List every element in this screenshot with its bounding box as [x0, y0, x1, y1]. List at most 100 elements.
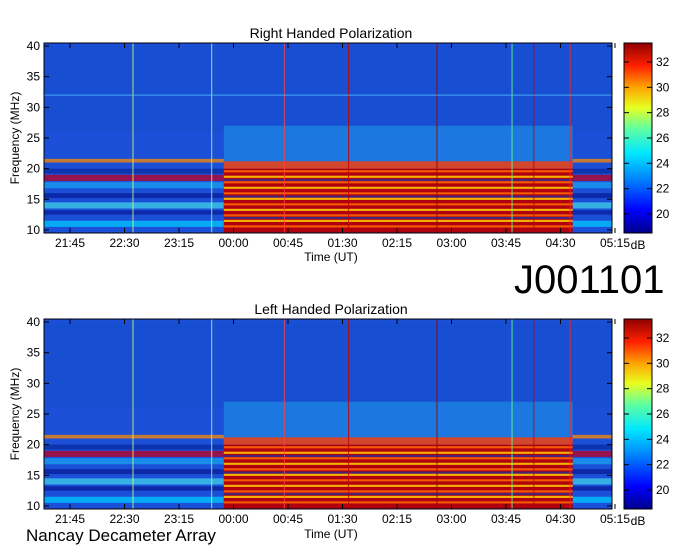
colorbar-tick-label: 30 — [656, 356, 670, 370]
y-tick-label: 40 — [27, 315, 41, 329]
panel-right-handed: Right Handed Polarization 21:45 22:30 23:1… — [8, 25, 670, 264]
band — [44, 193, 224, 199]
upper-band — [44, 322, 612, 408]
band — [44, 202, 224, 209]
emission-gap — [223, 471, 573, 474]
x-axis-label: Time (UT) — [304, 250, 358, 264]
emission-streak — [223, 192, 573, 195]
colorbar-tick-label: 30 — [656, 80, 670, 94]
y-tick-label: 25 — [27, 407, 41, 421]
band — [44, 486, 224, 491]
emission-streak — [223, 446, 573, 449]
emission-streak — [223, 484, 573, 487]
colorbar-tick-label: 24 — [656, 156, 670, 170]
emission-streak — [223, 451, 573, 454]
x-tick-label: 22:30 — [109, 236, 139, 250]
emission-streak — [223, 501, 573, 504]
band — [44, 496, 224, 503]
emission-streak — [223, 203, 573, 206]
emission-edge — [223, 161, 573, 169]
y-tick-label: 40 — [27, 39, 41, 53]
emission-streak — [223, 468, 573, 471]
emission-block — [223, 168, 573, 233]
emission-gap — [223, 179, 573, 181]
band — [44, 458, 224, 465]
emission-streak — [223, 170, 573, 173]
x-tick-label: 00:45 — [273, 236, 303, 250]
emission-streak — [223, 219, 573, 222]
emission-streak — [223, 225, 573, 228]
band — [572, 202, 612, 209]
band — [572, 168, 612, 174]
x-tick-label: 03:00 — [436, 512, 466, 526]
x-tick-label: 00:45 — [273, 512, 303, 526]
colorbar-tick-label: 28 — [656, 382, 670, 396]
emission-streak — [223, 457, 573, 460]
y-tick-label: 10 — [27, 223, 41, 237]
y-tick-label: 15 — [27, 192, 41, 206]
band — [572, 486, 612, 491]
emission-streak — [223, 495, 573, 498]
emission-streak — [223, 490, 573, 493]
credit-label: Nancay Decameter Array — [26, 526, 216, 545]
emission-streak — [223, 479, 573, 482]
band — [44, 158, 224, 163]
x-tick-label: 05:15 — [600, 512, 630, 526]
band — [44, 450, 224, 457]
x-tick-label: 03:00 — [436, 236, 466, 250]
y-tick-label: 30 — [27, 376, 41, 390]
x-tick-label: 02:15 — [382, 236, 412, 250]
band — [44, 478, 224, 485]
band — [44, 210, 224, 215]
x-axis-label: Time (UT) — [304, 527, 358, 541]
colorbar-tick-label: 20 — [656, 483, 670, 497]
band — [572, 210, 612, 215]
x-tick-label: 01:30 — [327, 512, 357, 526]
band — [572, 444, 612, 450]
band — [572, 434, 612, 439]
colorbar-label: dB — [631, 238, 646, 252]
y-axis-label: Frequency (MHz) — [8, 92, 22, 185]
x-tick-label: 03:45 — [491, 236, 521, 250]
colorbar-tick-label: 22 — [656, 182, 670, 196]
y-tick-label: 30 — [27, 100, 41, 114]
x-tick-label: 21:45 — [55, 236, 85, 250]
emission-streak — [223, 175, 573, 178]
x-tick-label: 05:15 — [600, 236, 630, 250]
band — [572, 158, 612, 163]
x-tick-label: 23:15 — [164, 236, 194, 250]
emission-streak — [223, 462, 573, 465]
band — [44, 182, 224, 189]
emission-streak — [223, 473, 573, 476]
spectrogram — [44, 319, 612, 509]
band — [572, 478, 612, 485]
band — [572, 220, 612, 227]
colorbar-tick-label: 26 — [656, 407, 670, 421]
panel-title: Left Handed Polarization — [254, 301, 407, 317]
colorbar-tick-label: 26 — [656, 131, 670, 145]
upper-band — [44, 46, 612, 132]
y-tick-label: 35 — [27, 70, 41, 84]
y-axis-label: Frequency (MHz) — [8, 368, 22, 461]
band — [572, 496, 612, 503]
x-tick-label: 04:30 — [545, 236, 575, 250]
y-tick-label: 35 — [27, 346, 41, 360]
x-tick-label: 22:30 — [109, 512, 139, 526]
emission-streak — [223, 186, 573, 189]
emission-block — [223, 444, 573, 509]
colorbar-tick-label: 32 — [656, 55, 670, 69]
colorbar-tick-label: 32 — [656, 331, 670, 345]
band — [44, 444, 224, 450]
x-tick-label: 02:15 — [382, 512, 412, 526]
band — [572, 458, 612, 465]
observation-id: J001101 — [514, 258, 665, 302]
band — [44, 174, 224, 181]
band — [572, 174, 612, 181]
colorbar-label: dB — [631, 514, 646, 528]
emission-streak — [223, 214, 573, 217]
y-tick-label: 20 — [27, 438, 41, 452]
band — [572, 469, 612, 475]
y-tick-label: 15 — [27, 468, 41, 482]
colorbar-tick-label: 28 — [656, 106, 670, 120]
emission-streak — [223, 181, 573, 184]
